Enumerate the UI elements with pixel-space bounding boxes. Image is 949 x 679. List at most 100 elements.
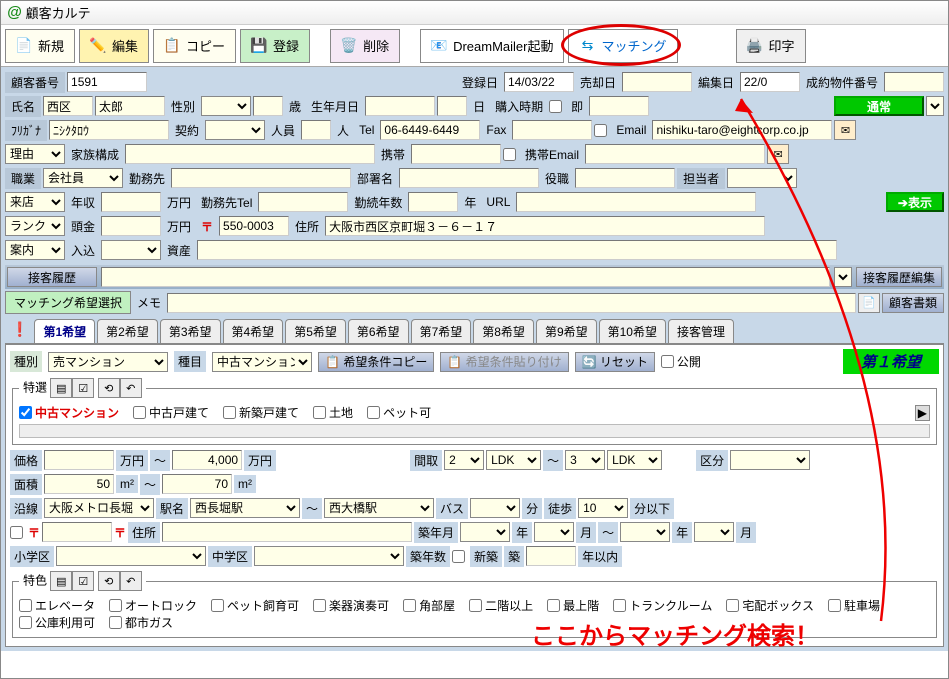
scroll-right-icon[interactable]: ▶	[915, 405, 930, 421]
sub-post-checkbox[interactable]	[10, 526, 23, 539]
cb-autolock[interactable]	[109, 599, 122, 612]
address-input[interactable]	[325, 216, 765, 236]
h-scrollbar[interactable]	[19, 424, 930, 438]
contract-select[interactable]	[205, 120, 265, 140]
cb-top[interactable]	[547, 599, 560, 612]
family-input[interactable]	[125, 144, 375, 164]
new-build-checkbox[interactable]	[452, 550, 465, 563]
tab-wish-9[interactable]: 第9希望	[536, 319, 597, 343]
sale-date-input[interactable]	[622, 72, 692, 92]
feature-btn3[interactable]: ⟲	[98, 571, 120, 591]
surname-input[interactable]	[43, 96, 93, 116]
cb-gas[interactable]	[109, 616, 122, 629]
email-button[interactable]: ✉	[834, 120, 856, 140]
cb-2f[interactable]	[469, 599, 482, 612]
cb-new-house[interactable]	[223, 406, 236, 419]
given-name-input[interactable]	[95, 96, 165, 116]
mobile-email-button[interactable]: ✉	[767, 144, 789, 164]
kana-input[interactable]	[49, 120, 169, 140]
layout-from-num[interactable]: 2	[444, 450, 484, 470]
post-input[interactable]	[219, 216, 289, 236]
cb-public-loan[interactable]	[19, 616, 32, 629]
jhs-select[interactable]	[254, 546, 404, 566]
station-from-select[interactable]: 西長堀駅	[190, 498, 300, 518]
print-button[interactable]: 🖨️印字	[736, 29, 806, 63]
birthday-input[interactable]	[365, 96, 435, 116]
headcount-input[interactable]	[301, 120, 331, 140]
tab-contact-mgmt[interactable]: 接客管理	[668, 319, 734, 343]
new-button[interactable]: 📄新規	[5, 29, 75, 63]
contact-history-heading[interactable]: 接客履歴	[7, 267, 97, 287]
layout-to-type[interactable]: LDK	[607, 450, 662, 470]
memo-input[interactable]	[167, 293, 856, 313]
instant-checkbox[interactable]	[549, 100, 562, 113]
cb-used-mansion[interactable]	[19, 406, 32, 419]
mobile-email-input[interactable]	[585, 144, 765, 164]
cb-elevator[interactable]	[19, 599, 32, 612]
line-select[interactable]: 大阪メトロ長堀	[44, 498, 154, 518]
email-checkbox[interactable]	[594, 124, 607, 137]
elem-school-select[interactable]	[56, 546, 206, 566]
cb-used-house[interactable]	[133, 406, 146, 419]
tab-wish-10[interactable]: 第10希望	[599, 319, 666, 343]
day-input[interactable]	[437, 96, 467, 116]
mobile-email-checkbox[interactable]	[503, 148, 516, 161]
contact-history-select[interactable]	[834, 267, 852, 287]
inflow-select[interactable]	[101, 240, 161, 260]
paste-cond-button[interactable]: 📋 希望条件貼り付け	[440, 352, 568, 372]
cb-trunk[interactable]	[613, 599, 626, 612]
area-to-input[interactable]	[162, 474, 232, 494]
status-button[interactable]: 通常	[834, 96, 924, 116]
cb-pet[interactable]	[367, 406, 380, 419]
tab-wish-1[interactable]: 第1希望	[34, 319, 95, 343]
url-input[interactable]	[516, 192, 756, 212]
public-checkbox[interactable]	[661, 355, 674, 368]
dept-input[interactable]	[399, 168, 539, 188]
tab-wish-5[interactable]: 第5希望	[285, 319, 346, 343]
reason-select[interactable]: 理由	[5, 144, 65, 164]
income-input[interactable]	[101, 192, 161, 212]
visit-select[interactable]: 来店	[5, 192, 65, 212]
purchase-time-input[interactable]	[589, 96, 649, 116]
reg-date-input[interactable]	[504, 72, 574, 92]
work-tel-input[interactable]	[258, 192, 348, 212]
tel-input[interactable]	[380, 120, 480, 140]
dreammailer-button[interactable]: 📧DreamMailer起動	[420, 29, 564, 63]
tokusen-btn4[interactable]: ↶	[120, 378, 142, 398]
built-years-input[interactable]	[526, 546, 576, 566]
tab-wish-7[interactable]: 第7希望	[411, 319, 472, 343]
cb-corner[interactable]	[403, 599, 416, 612]
occupation-select[interactable]: 会社員	[43, 168, 123, 188]
contact-history-edit-button[interactable]: 接客履歴編集	[856, 267, 942, 287]
built-y-from[interactable]	[460, 522, 510, 542]
tab-wish-2[interactable]: 第2希望	[97, 319, 158, 343]
bus-select[interactable]	[470, 498, 520, 518]
memo-more-button[interactable]: 📄	[858, 293, 880, 313]
feature-btn4[interactable]: ↶	[120, 571, 142, 591]
customer-id-input[interactable]	[67, 72, 147, 92]
reset-button[interactable]: 🔄 リセット	[575, 352, 655, 372]
role-input[interactable]	[575, 168, 675, 188]
cb-delivery[interactable]	[726, 599, 739, 612]
built-m-from[interactable]	[534, 522, 574, 542]
layout-from-type[interactable]: LDK	[486, 450, 541, 470]
asset-input[interactable]	[197, 240, 837, 260]
kind-select[interactable]: 売マンション	[48, 352, 168, 372]
built-y-to[interactable]	[620, 522, 670, 542]
fax-input[interactable]	[512, 120, 592, 140]
mobile-input[interactable]	[411, 144, 501, 164]
tokusen-btn1[interactable]: ▤	[50, 378, 72, 398]
walk-select[interactable]: 10	[578, 498, 628, 518]
age-input[interactable]	[253, 96, 283, 116]
feature-btn2[interactable]: ☑	[72, 571, 94, 591]
section-select[interactable]	[730, 450, 810, 470]
cb-music[interactable]	[313, 599, 326, 612]
area-from-input[interactable]	[44, 474, 114, 494]
tab-wish-3[interactable]: 第3希望	[160, 319, 221, 343]
work-years-input[interactable]	[408, 192, 458, 212]
rank-select[interactable]: ランク	[5, 216, 65, 236]
layout-to-num[interactable]: 3	[565, 450, 605, 470]
deposit-input[interactable]	[101, 216, 161, 236]
show-button[interactable]: ➔表示	[886, 192, 944, 212]
price-to-input[interactable]	[172, 450, 242, 470]
